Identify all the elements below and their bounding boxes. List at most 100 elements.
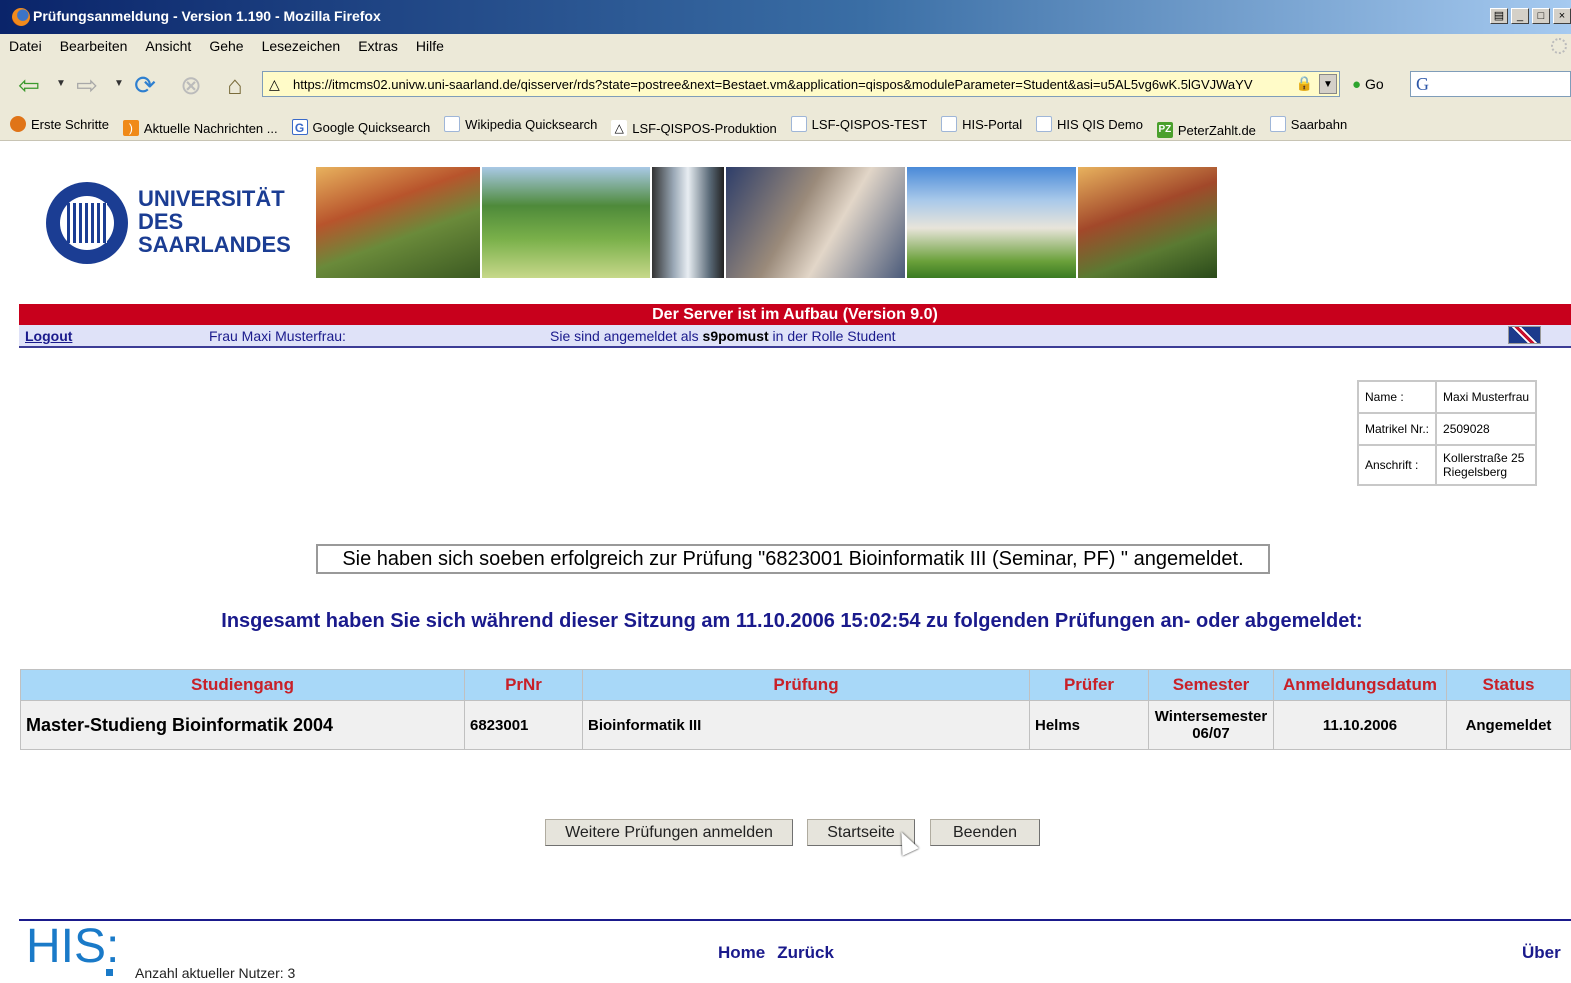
bookmark-peterzahlt[interactable]: PZ PeterZahlt.de — [1156, 122, 1256, 138]
pz-icon: PZ — [1156, 122, 1173, 138]
page-icon — [941, 116, 958, 132]
minimize-button[interactable]: _ — [1511, 8, 1529, 24]
server-notice: Der Server ist im Aufbau (Version 9.0) — [19, 304, 1571, 325]
table-row: Master-Studieng Bioinformatik 2004 68230… — [20, 700, 1571, 750]
lab-photo — [726, 167, 905, 278]
back-arrow-icon[interactable]: ⇦ — [14, 70, 44, 100]
menu-lesezeichen[interactable]: Lesezeichen — [253, 34, 350, 54]
address-label: Anschrift : — [1356, 444, 1438, 486]
back-history-dropdown-icon[interactable]: ▼ — [56, 78, 66, 89]
firefox-icon — [10, 116, 26, 132]
english-flag-icon[interactable] — [1508, 326, 1541, 344]
page-content: UNIVERSITÄT DES SAARLANDES Der Server is… — [0, 141, 1571, 983]
hall-photo — [907, 167, 1076, 278]
success-message: Sie haben sich soeben erfolgreich zur Pr… — [316, 544, 1270, 574]
bookmark-saarbahn[interactable]: Saarbahn — [1269, 116, 1347, 132]
col-pruefer: Prüfer — [1029, 669, 1149, 701]
cell-prnr: 6823001 — [464, 700, 583, 750]
bookmark-his-qis-demo[interactable]: HIS QIS Demo — [1036, 116, 1143, 132]
register-more-exams-button[interactable]: Weitere Prüfungen anmelden — [545, 819, 793, 846]
col-studiengang: Studiengang — [20, 669, 465, 701]
address-value: Kollerstraße 25 Riegelsberg — [1435, 444, 1538, 486]
firefox-icon — [12, 8, 30, 26]
page-icon — [1036, 116, 1052, 132]
reload-icon[interactable]: ⟳ — [130, 70, 160, 100]
url-text[interactable]: https://itmcms02.univw.uni-saarland.de/q… — [293, 77, 1293, 92]
lawn-photo — [482, 167, 650, 278]
padlock-icon[interactable]: 🔒 — [1296, 75, 1313, 92]
go-button[interactable]: ● Go — [1352, 76, 1384, 93]
active-users-count: Anzahl aktueller Nutzer: 3 — [135, 965, 296, 981]
url-dropdown-icon[interactable]: ▼ — [1319, 74, 1337, 94]
session-summary: Insgesamt haben Sie sich während dieser … — [221, 610, 1363, 632]
user-name: Frau Maxi Musterfrau: — [209, 328, 346, 344]
login-status-bar: Logout Frau Maxi Musterfrau: Sie sind an… — [19, 325, 1571, 348]
name-value: Maxi Musterfrau — [1435, 380, 1538, 414]
col-prnr: PrNr — [464, 669, 583, 701]
col-semester: Semester — [1148, 669, 1274, 701]
student-info-table: Name : Maxi Musterfrau Matrikel Nr.: 25090… — [1356, 380, 1538, 486]
footer-divider — [19, 919, 1571, 921]
matrikel-value: 2509028 — [1435, 412, 1538, 446]
col-anmeldungsdatum: Anmeldungsdatum — [1273, 669, 1447, 701]
stop-icon[interactable]: ⊗ — [176, 70, 206, 100]
go-label: Go — [1364, 76, 1384, 92]
forward-arrow-icon[interactable]: ⇨ — [72, 70, 102, 100]
throbber-icon — [1551, 38, 1567, 54]
bookmark-erste-schritte[interactable]: Erste Schritte — [10, 116, 109, 132]
cell-studiengang: Master-Studieng Bioinformatik 2004 — [20, 700, 465, 750]
go-arrow-icon: ● — [1352, 76, 1362, 93]
page-icon — [444, 116, 461, 132]
menu-hilfe[interactable]: Hilfe — [407, 34, 453, 54]
window-controls: ▤ _ □ × — [1490, 8, 1571, 24]
tux-icon: △ — [611, 120, 628, 136]
bookmark-google-quicksearch[interactable]: G Google Quicksearch — [291, 119, 430, 135]
home-link[interactable]: Home — [718, 943, 765, 962]
matrikel-label: Matrikel Nr.: — [1356, 412, 1438, 446]
footer-nav: Home Zurück — [718, 943, 846, 963]
site-tux-icon: △ — [269, 76, 280, 92]
login-info: Sie sind angemeldet als s9pomust in der … — [550, 328, 896, 344]
col-status: Status — [1446, 669, 1571, 701]
bookmark-lsf-qispos-test[interactable]: LSF-QISPOS-TEST — [790, 116, 927, 132]
close-button[interactable]: × — [1553, 8, 1571, 24]
menu-bearbeiten[interactable]: Bearbeiten — [51, 34, 137, 54]
google-search-icon[interactable]: G — [1416, 74, 1429, 95]
window-titlebar: Prüfungsanmeldung - Version 1.190 - Mozi… — [0, 0, 1571, 34]
menu-ansicht[interactable]: Ansicht — [136, 34, 200, 54]
google-icon: G — [291, 119, 308, 135]
university-seal-logo — [46, 182, 128, 264]
print-icon[interactable]: ▤ — [1490, 8, 1508, 24]
search-input[interactable]: G — [1410, 71, 1571, 97]
cell-semester: Wintersemester 06/07 — [1148, 700, 1274, 750]
bookmark-aktuelle-nachrichten[interactable]: ) Aktuelle Nachrichten ... — [122, 120, 278, 136]
login-username: s9pomust — [702, 328, 769, 344]
page-icon — [790, 116, 807, 132]
menu-gehe[interactable]: Gehe — [200, 34, 252, 54]
quit-button[interactable]: Beenden — [930, 819, 1040, 846]
bookmarks-toolbar: Erste Schritte ) Aktuelle Nachrichten ...… — [0, 110, 1571, 141]
home-icon[interactable]: ⌂ — [220, 70, 250, 100]
back-link[interactable]: Zurück — [777, 943, 834, 962]
logout-link[interactable]: Logout — [25, 328, 72, 344]
exam-registration-table: Studiengang PrNr Prüfung Prüfer Semester… — [20, 669, 1571, 750]
about-link[interactable]: Über — [1522, 943, 1561, 963]
menu-datei[interactable]: Datei — [0, 34, 51, 54]
his-logo-square — [106, 969, 113, 976]
building-photo — [652, 167, 724, 278]
rss-icon: ) — [122, 120, 139, 136]
address-bar[interactable]: △ https://itmcms02.univw.uni-saarland.de… — [262, 71, 1340, 97]
bookmark-wikipedia-quicksearch[interactable]: Wikipedia Quicksearch — [444, 116, 597, 132]
bookmark-his-portal[interactable]: HIS-Portal — [941, 116, 1022, 132]
maximize-button[interactable]: □ — [1532, 8, 1550, 24]
forward-history-dropdown-icon[interactable]: ▼ — [114, 78, 124, 89]
menu-extras[interactable]: Extras — [349, 34, 407, 54]
cell-pruefung: Bioinformatik III — [582, 700, 1030, 750]
cell-status: Angemeldet — [1446, 700, 1571, 750]
col-pruefung: Prüfung — [582, 669, 1030, 701]
window-title: Prüfungsanmeldung - Version 1.190 - Mozi… — [33, 8, 381, 24]
university-name: UNIVERSITÄT DES SAARLANDES — [138, 186, 291, 257]
header-photo-strip — [316, 167, 1219, 278]
bookmark-lsf-qispos-produktion[interactable]: △ LSF-QISPOS-Produktion — [611, 120, 777, 136]
his-logo: HIS: — [26, 920, 120, 973]
